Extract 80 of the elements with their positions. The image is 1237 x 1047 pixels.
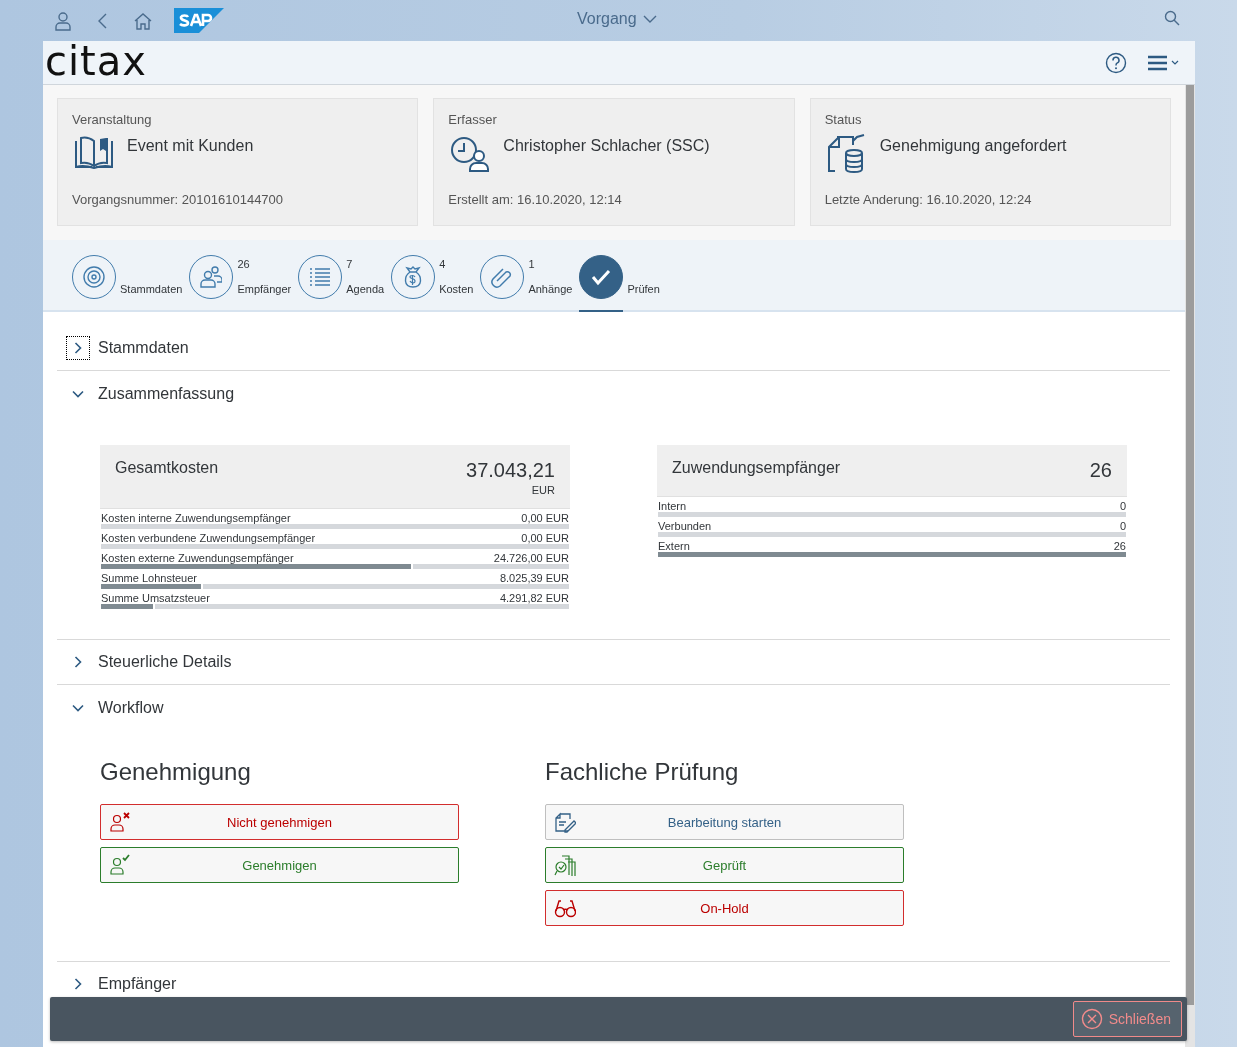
scrollbar-thumb[interactable] (1186, 85, 1194, 1005)
nav-tab[interactable]: 26 Empfänger (189, 240, 292, 310)
row-label: Extern (658, 540, 690, 552)
list-icon (309, 266, 332, 288)
chevron-right-icon[interactable] (72, 656, 84, 668)
tile-total: 37.043,21 (466, 459, 555, 482)
action-button[interactable]: Nicht genehmigen (100, 804, 459, 840)
tab-label: Empfänger (237, 283, 292, 295)
paperclip-icon (491, 266, 514, 288)
target-icon (83, 266, 105, 288)
search-icon[interactable] (1164, 10, 1180, 26)
section-title[interactable]: Steuerliche Details (98, 653, 232, 671)
action-button[interactable]: Genehmigen (100, 847, 459, 883)
help-icon[interactable] (1105, 51, 1127, 74)
action-button[interactable]: Geprüft (545, 847, 904, 883)
card-value: Event mit Kunden (127, 137, 254, 155)
action-button[interactable]: On-Hold (545, 890, 904, 926)
nav-tab[interactable]: Prüfen (579, 240, 660, 310)
row-label: Intern (658, 500, 687, 512)
chevron-right-icon[interactable] (72, 342, 84, 354)
tile-total: 26 (1089, 459, 1112, 482)
people-icon (200, 266, 223, 288)
row-label: Verbunden (658, 520, 712, 532)
card-footer-text: Erstellt am: 16.10.2020, 12:14 (448, 192, 623, 207)
nav-tab[interactable]: 7 Agenda (298, 240, 385, 310)
row-value: 0,00 EUR (521, 532, 569, 544)
row-label: Kosten verbundene Zuwendungsempfänger (101, 532, 316, 544)
focused-toggle[interactable] (66, 336, 90, 360)
tab-label: Agenda (346, 283, 385, 295)
row-value: 4.291,82 EUR (499, 592, 569, 604)
tab-label: Kosten (439, 283, 474, 295)
menu-icon[interactable] (1147, 53, 1179, 72)
row-label: Kosten interne Zuwendungsempfänger (101, 512, 291, 524)
section-title[interactable]: Workflow (98, 698, 164, 717)
card-label: Veranstaltung (72, 112, 153, 127)
row-value: 24.726,00 EUR (493, 552, 569, 564)
row-label: Summe Lohnsteuer (101, 572, 197, 584)
row-value: 0 (1119, 520, 1126, 532)
tile-unit: EUR (530, 484, 555, 496)
action-button[interactable]: Bearbeitung starten (545, 804, 904, 840)
card-footer-text: Vorgangsnummer: 20101610144700 (72, 192, 285, 207)
tab-label: Stammdaten (120, 283, 183, 295)
section-title[interactable]: Stammdaten (98, 339, 189, 357)
tab-count: 26 (237, 258, 251, 270)
card-label: Erfasser (448, 112, 498, 127)
tab-count: 7 (346, 258, 354, 270)
chevron-right-icon[interactable] (72, 978, 84, 990)
row-value: 0,00 EUR (521, 512, 569, 524)
row-value: 8.025,39 EUR (499, 572, 569, 584)
tab-label: Prüfen (627, 283, 660, 295)
close-icon (1080, 1008, 1103, 1030)
nav-tab[interactable]: 1 Anhänge (480, 240, 573, 310)
group-title: Fachliche Prüfung (545, 758, 740, 786)
app-logo: citax (45, 41, 147, 81)
row-value: 26 (1113, 540, 1126, 552)
section-title[interactable]: Zusammenfassung (98, 384, 235, 403)
card-value: Christopher Schlacher (SSC) (503, 137, 710, 155)
tab-label: Anhänge (528, 283, 573, 295)
card-value: Genehmigung angefordert (879, 137, 1067, 155)
sap-logo[interactable] (174, 8, 224, 33)
person-check-icon (109, 854, 131, 876)
nav-tab[interactable]: Stammdaten (72, 240, 183, 310)
glasses-icon (554, 897, 576, 919)
card-footer-text: Letzte Anderung: 16.10.2020, 12:24 (824, 192, 1033, 207)
card-label: Status (824, 112, 863, 127)
chevron-down-icon (642, 14, 657, 24)
person-cross-icon (109, 811, 131, 833)
tile-title: Zuwendungsempfänger (672, 459, 841, 478)
tile-title: Gesamtkosten (115, 459, 219, 478)
row-label: Summe Umsatzsteuer (101, 592, 210, 604)
nav-tab[interactable]: 4 Kosten (391, 240, 474, 310)
tab-count: 4 (439, 258, 447, 270)
documents-magnifier-icon (554, 854, 576, 876)
user-icon[interactable] (52, 9, 74, 32)
document-pen-icon (554, 811, 576, 833)
section-title[interactable]: Empfänger (98, 975, 177, 993)
tab-count: 1 (528, 258, 536, 270)
row-value: 0 (1119, 500, 1126, 512)
row-label: Kosten externe Zuwendungsempfänger (101, 552, 294, 564)
group-title: Genehmigung (100, 758, 252, 786)
